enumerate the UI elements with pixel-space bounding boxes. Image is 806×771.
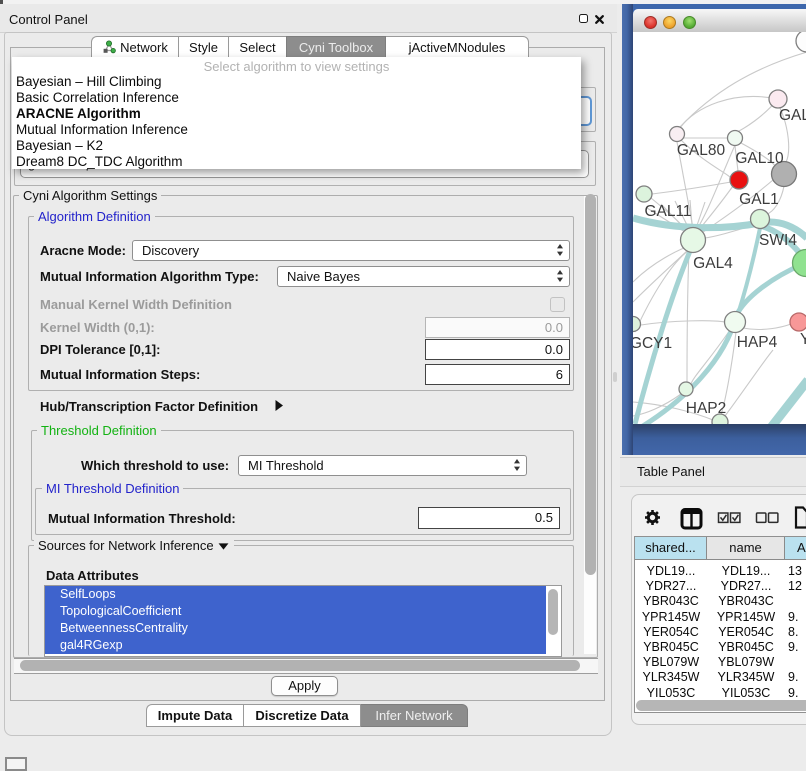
svg-text:HAP4: HAP4 (737, 334, 778, 351)
svg-text:GAL11: GAL11 (644, 203, 691, 220)
svg-text:GAL7: GAL7 (779, 107, 806, 124)
svg-text:GAL1: GAL1 (739, 191, 779, 208)
svg-text:GAL4: GAL4 (693, 255, 733, 272)
svg-text:SWI4: SWI4 (759, 232, 797, 249)
svg-text:GAL10: GAL10 (735, 150, 784, 167)
svg-text:GAL80: GAL80 (677, 142, 726, 159)
svg-text:Y: Y (800, 331, 806, 348)
svg-text:GCY1: GCY1 (633, 335, 672, 352)
svg-text:HAP2: HAP2 (686, 400, 727, 417)
